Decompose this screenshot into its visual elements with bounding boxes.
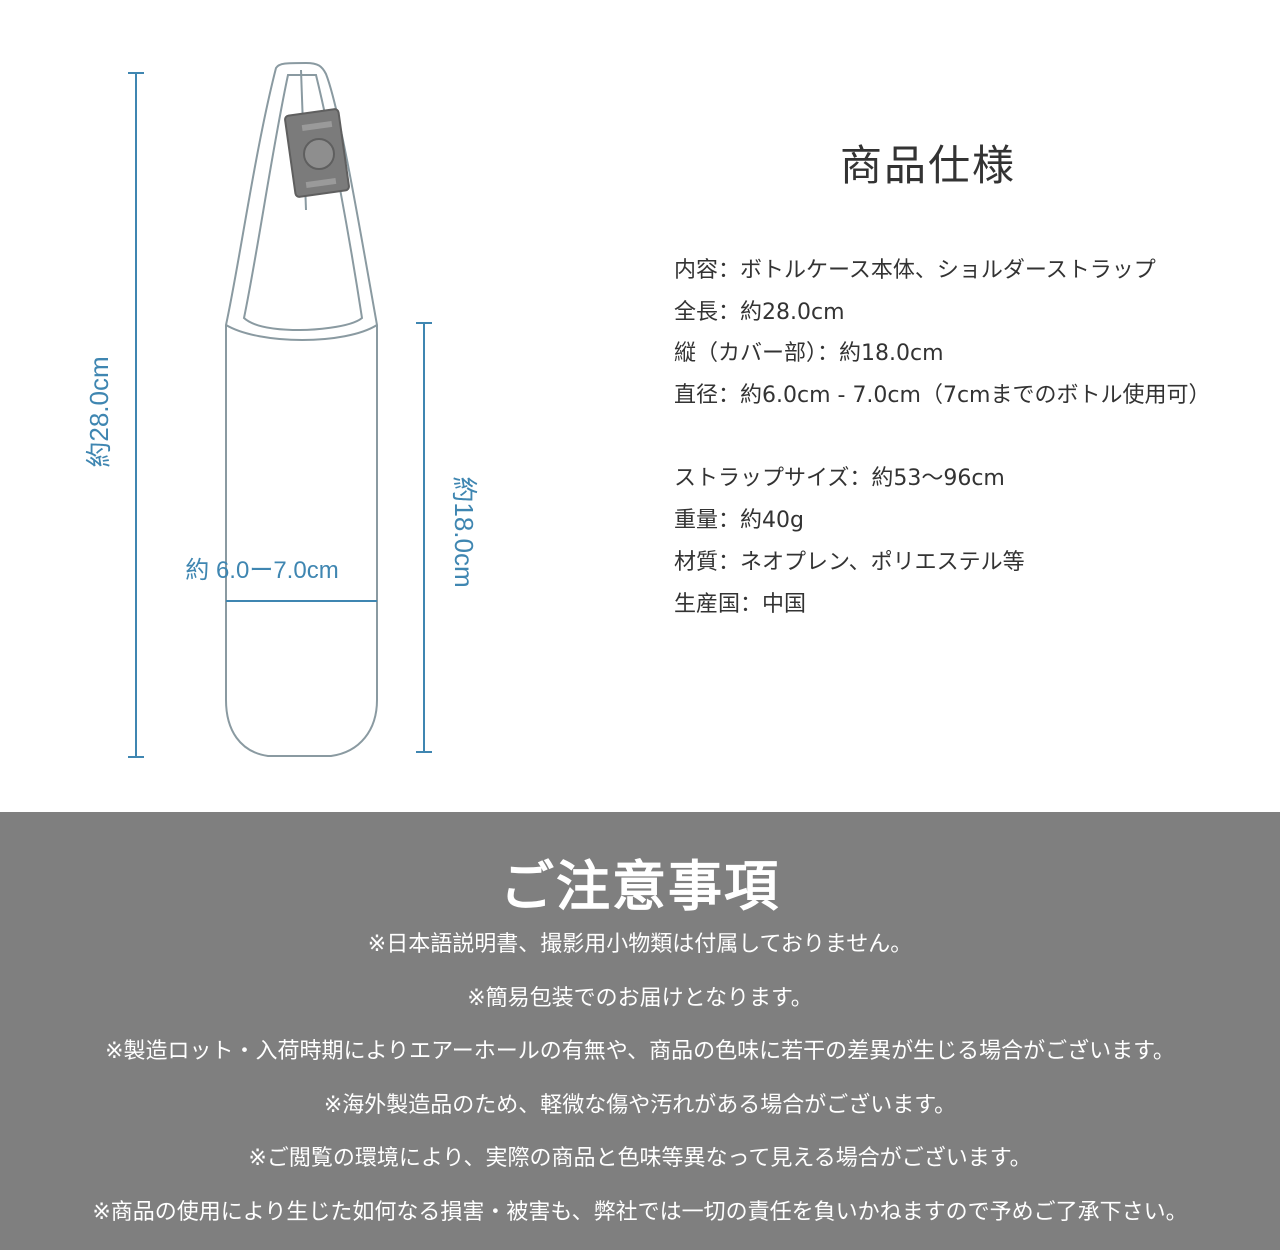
bottle-case-diagram: 約28.0cm 約18.0cm 約 6.0ー7.0cm bbox=[84, 61, 479, 758]
notice-list: ※日本語説明書、撮影用小物類は付属しておりません。 ※簡易包装でのお届けとなりま… bbox=[0, 918, 1280, 1240]
spec-weight: 重量：約40g bbox=[674, 508, 804, 534]
strap-buckle-icon bbox=[284, 108, 350, 198]
notice-item: ※日本語説明書、撮影用小物類は付属しておりません。 bbox=[367, 932, 913, 957]
notice-item: ※商品の使用により生じた如何なる損害・被害も、弊社では一切の責任を負いかねますの… bbox=[92, 1199, 1188, 1225]
total-length-label: 約28.0cm bbox=[84, 356, 114, 467]
spec-title: 商品仕様 bbox=[839, 141, 1016, 190]
notice-section: ご注意事項 ※日本語説明書、撮影用小物類は付属しておりません。 ※簡易包装でのお… bbox=[0, 812, 1280, 1250]
spec-origin: 生産国：中国 bbox=[674, 591, 807, 617]
spec-strap-size: ストラップサイズ：約53〜96cm bbox=[674, 466, 1005, 492]
spec-material: 材質：ネオプレン、ポリエステル等 bbox=[674, 549, 1025, 575]
spec-spacer bbox=[674, 417, 1274, 459]
spec-diameter: 直径：約6.0cm - 7.0cm（7cmまでのボトル使用可） bbox=[674, 383, 1211, 409]
cover-height-dimension bbox=[416, 322, 432, 753]
notice-item: ※簡易包装でのお届けとなります。 bbox=[467, 985, 813, 1011]
notice-item: ※海外製造品のため、軽微な傷や汚れがある場合がございます。 bbox=[323, 1092, 957, 1118]
total-length-dimension bbox=[128, 72, 144, 758]
spec-section: 約28.0cm 約18.0cm 約 6.0ー7.0cm 商品仕様 内容：ボトルケ… bbox=[0, 0, 1280, 812]
spec-contents: 内容：ボトルケース本体、ショルダーストラップ bbox=[674, 258, 1156, 283]
notice-title: ご注意事項 bbox=[500, 855, 780, 918]
notice-item: ※製造ロット・入荷時期によりエアーホールの有無や、商品の色味に若干の差異が生じる… bbox=[105, 1039, 1175, 1065]
cover-height-label: 約18.0cm bbox=[449, 476, 479, 587]
spec-total-length: 全長：約28.0cm bbox=[674, 299, 845, 325]
spec-list: 内容：ボトルケース本体、ショルダーストラップ 全長：約28.0cm 縦（カバー部… bbox=[674, 250, 1274, 625]
notice-item: ※ご閲覧の環境により、実際の商品と色味等異なって見える場合がございます。 bbox=[248, 1146, 1032, 1172]
diameter-label: 約 6.0ー7.0cm bbox=[185, 557, 338, 584]
spec-cover-height: 縦（カバー部）：約18.0cm bbox=[674, 341, 944, 367]
